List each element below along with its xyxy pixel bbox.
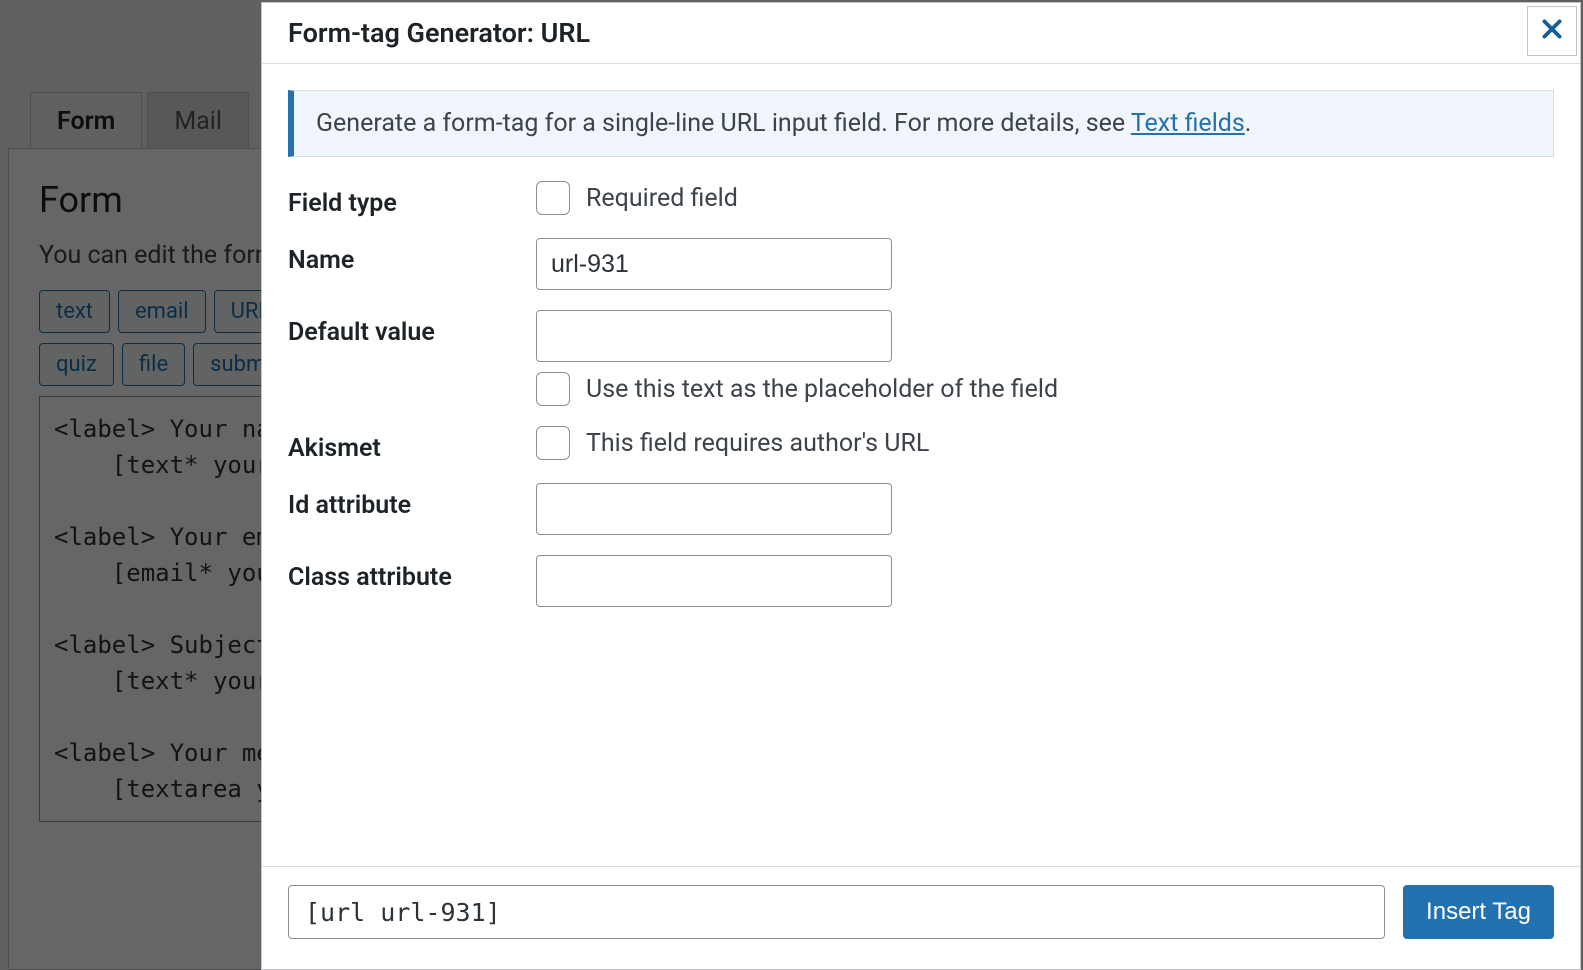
close-button[interactable] [1527,6,1577,56]
placeholder-checkbox[interactable] [536,372,570,406]
name-input[interactable] [536,238,892,290]
required-checkbox[interactable] [536,181,570,215]
help-text: Generate a form-tag for a single-line UR… [288,90,1554,157]
help-link[interactable]: Text fields [1131,109,1245,138]
placeholder-label: Use this text as the placeholder of the … [586,375,1058,404]
insert-tag-button[interactable]: Insert Tag [1403,885,1554,939]
form-tag-generator-modal: Form-tag Generator: URL Generate a form-… [261,2,1581,970]
id-attribute-label: Id attribute [288,483,536,520]
akismet-label: Akismet [288,426,536,463]
default-value-input[interactable] [536,310,892,362]
class-attribute-label: Class attribute [288,555,536,592]
class-attribute-input[interactable] [536,555,892,607]
modal-title: Form-tag Generator: URL [288,17,590,49]
tag-output-field[interactable] [288,885,1385,939]
default-value-label: Default value [288,310,536,347]
name-label: Name [288,238,536,275]
field-type-label: Field type [288,181,536,218]
id-attribute-input[interactable] [536,483,892,535]
akismet-checkbox[interactable] [536,426,570,460]
akismet-check-label: This field requires author's URL [586,429,929,458]
required-label: Required field [586,184,738,213]
close-icon [1539,16,1565,46]
